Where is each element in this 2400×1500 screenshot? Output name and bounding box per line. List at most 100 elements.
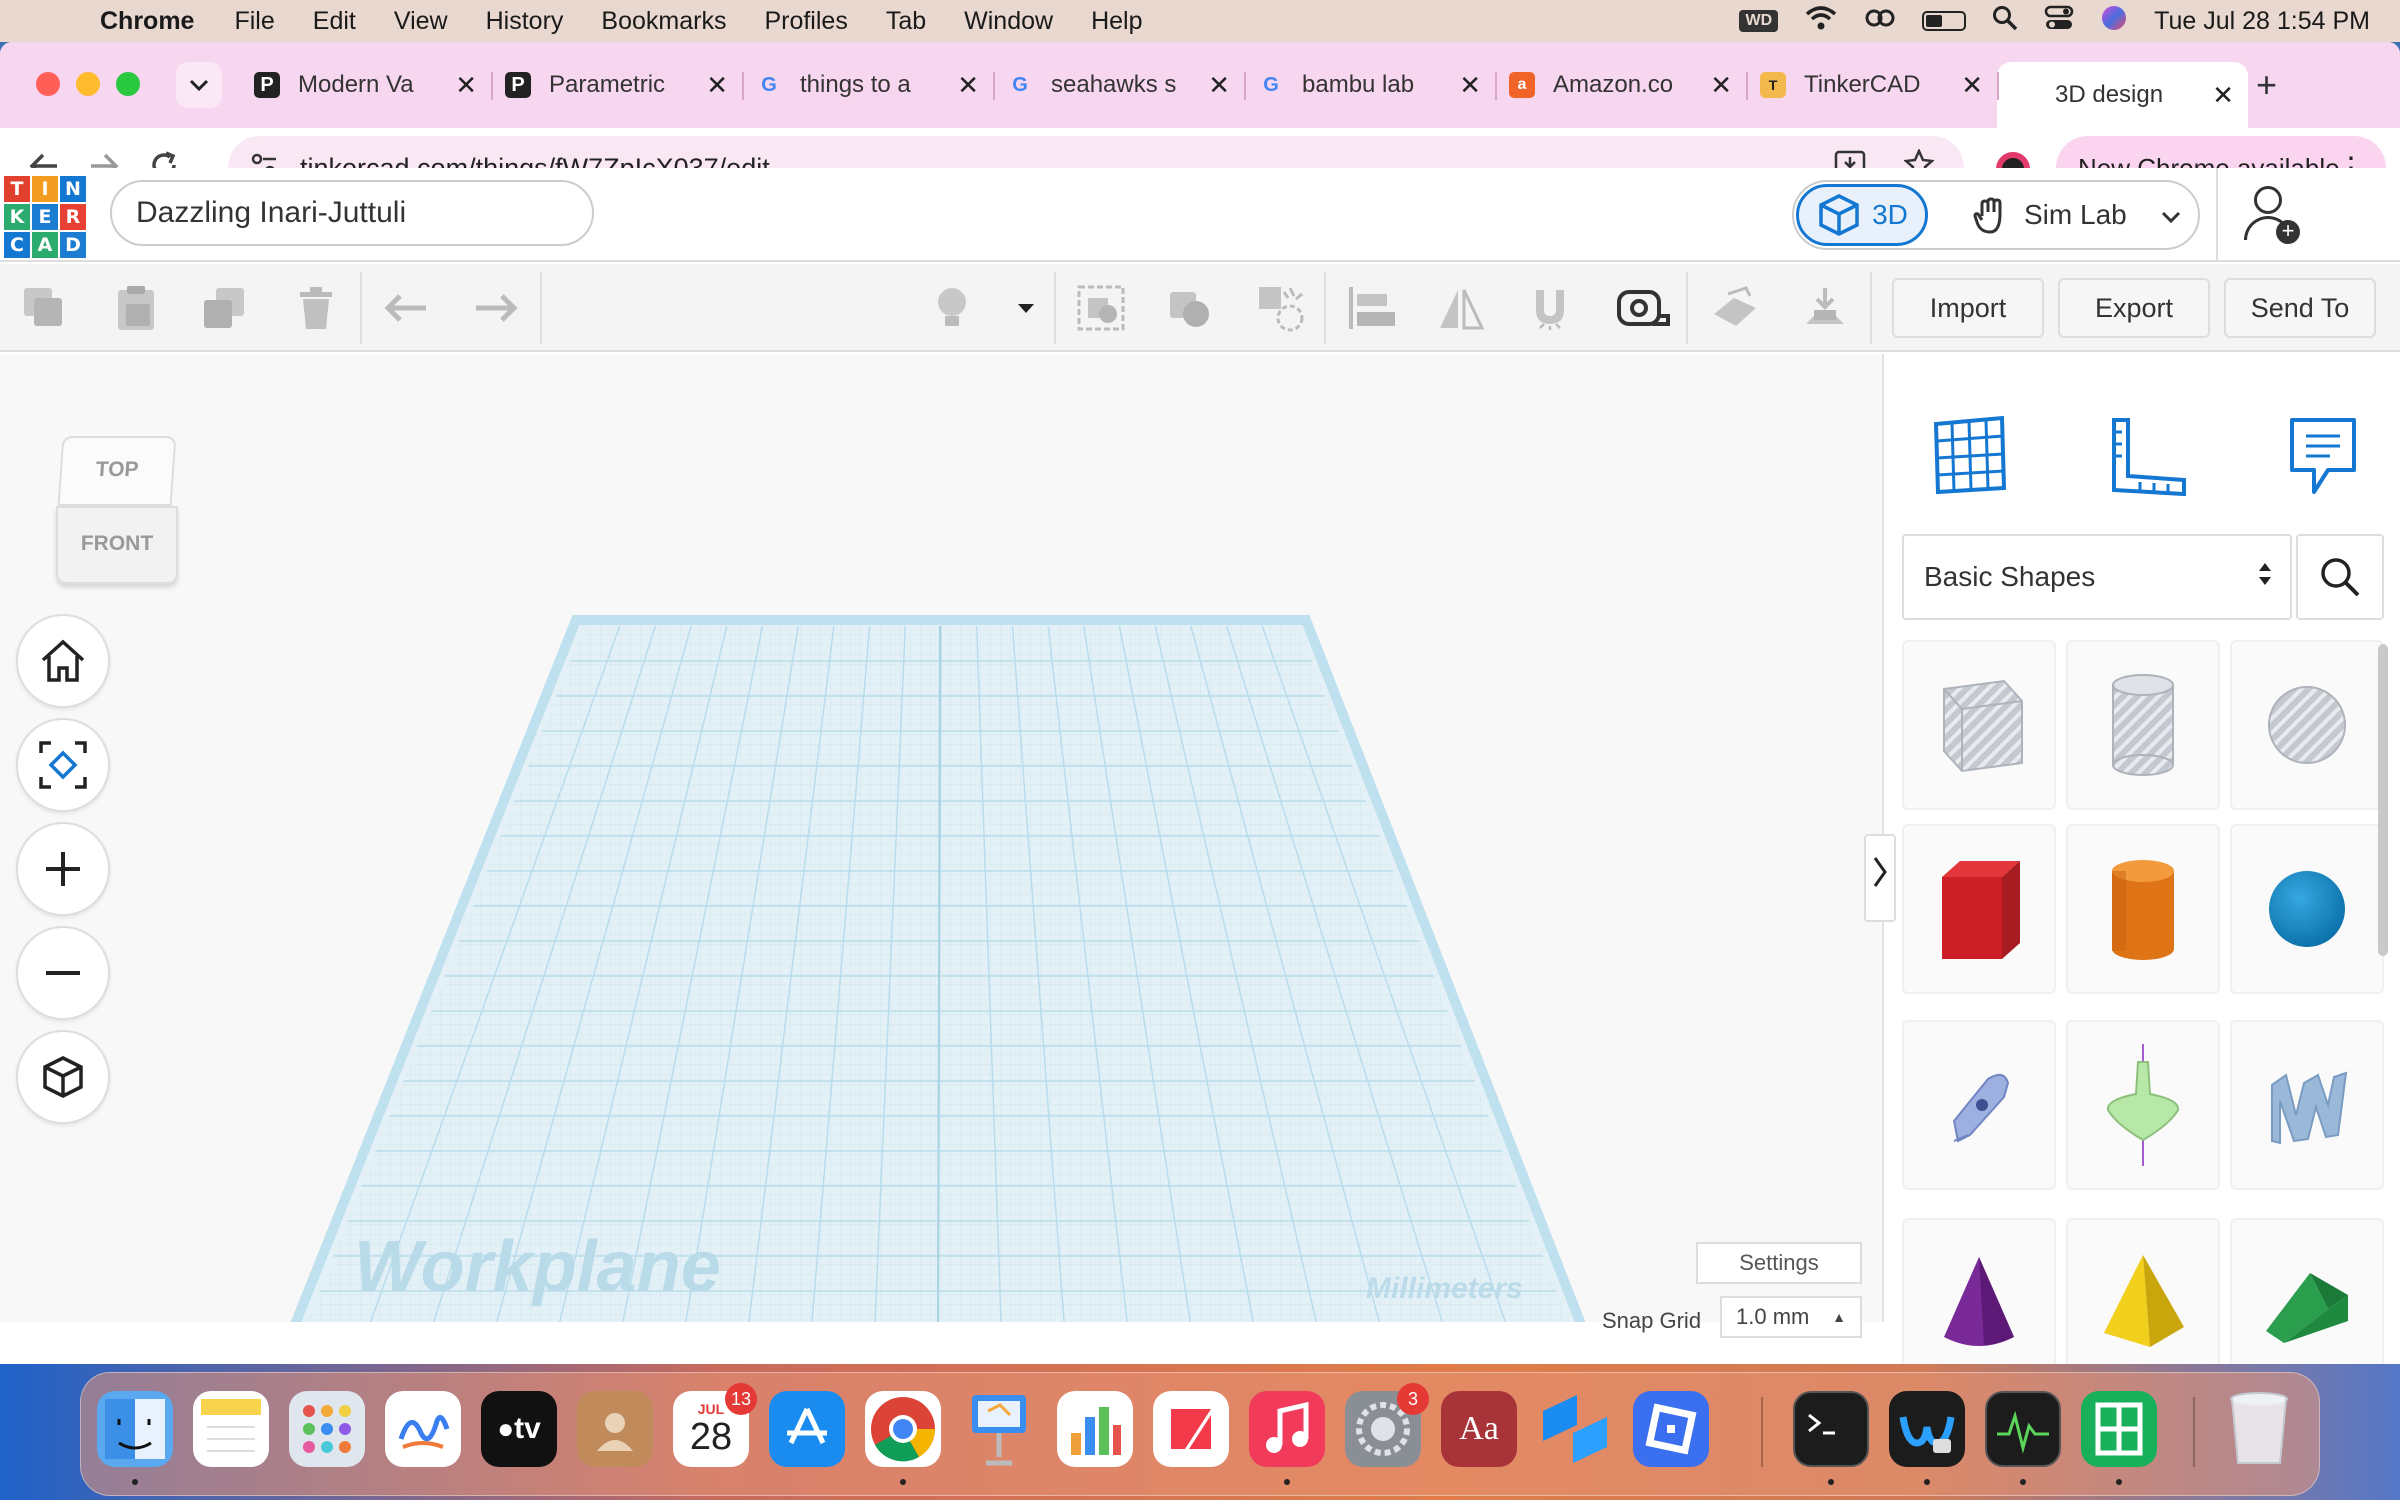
duplicate-button[interactable] xyxy=(200,284,248,332)
shape-hole-box[interactable] xyxy=(1902,640,2056,810)
snap-grid-select[interactable]: 1.0 mm ▲ xyxy=(1720,1296,1862,1338)
apple-tv-icon[interactable]: ● tv xyxy=(481,1391,557,1467)
close-tab-icon[interactable]: ✕ xyxy=(1710,70,1732,101)
combine-button[interactable] xyxy=(1256,284,1304,332)
launchpad-icon[interactable] xyxy=(289,1391,365,1467)
ruler-tape-button[interactable] xyxy=(1616,284,1670,332)
export-button[interactable]: Export xyxy=(2058,278,2210,338)
terminal-icon[interactable] xyxy=(1793,1391,1869,1467)
freeform-icon[interactable] xyxy=(385,1391,461,1467)
home-view-button[interactable] xyxy=(16,614,110,708)
shape-scribble[interactable] xyxy=(1902,1020,2056,1190)
align-button[interactable] xyxy=(1346,284,1395,332)
menu-help[interactable]: Help xyxy=(1091,7,1142,36)
tinkercad-logo[interactable]: T I N K E R C A D xyxy=(4,176,86,258)
3d-viewport[interactable]: Workplane Millimeters TOP FRONT Settings… xyxy=(0,354,1882,1338)
notes-app-icon[interactable] xyxy=(193,1391,269,1467)
activity-monitor-icon[interactable] xyxy=(1985,1391,2061,1467)
delete-button[interactable] xyxy=(292,284,340,332)
workplane-grid-button[interactable] xyxy=(1930,414,2010,498)
close-tab-icon[interactable]: ✕ xyxy=(706,70,728,101)
notes-dropdown-button[interactable] xyxy=(1006,284,1054,332)
finder-icon[interactable] xyxy=(97,1391,173,1467)
menu-bookmarks[interactable]: Bookmarks xyxy=(601,7,726,36)
shape-cylinder[interactable] xyxy=(2066,824,2220,994)
ruler-button[interactable] xyxy=(2104,414,2186,498)
music-icon[interactable] xyxy=(1249,1391,1325,1467)
send-to-button[interactable]: Send To xyxy=(2224,278,2376,338)
menu-window[interactable]: Window xyxy=(964,7,1053,36)
projection-toggle-button[interactable] xyxy=(16,1030,110,1124)
shape-hole-sphere[interactable] xyxy=(2230,640,2384,810)
tab-search-button[interactable] xyxy=(176,62,222,108)
workplane-grid[interactable] xyxy=(0,354,1882,1322)
shape-category-select[interactable]: Basic Shapes xyxy=(1902,534,2292,620)
notes-lightbulb-button[interactable] xyxy=(928,284,976,332)
app-store-icon[interactable] xyxy=(769,1391,845,1467)
panel-scrollbar[interactable] xyxy=(2378,644,2388,956)
close-tab-icon[interactable]: ✕ xyxy=(1208,70,1230,101)
tab-tinkercad[interactable]: T TinkerCAD ✕ xyxy=(1746,62,1997,108)
tab-3d-design[interactable]: 3D design ✕ xyxy=(1997,62,2248,128)
collapse-panel-button[interactable] xyxy=(1864,834,1896,922)
view-cube-top-face[interactable]: TOP xyxy=(57,436,177,506)
numbers-icon[interactable] xyxy=(1057,1391,1133,1467)
shape-generator[interactable] xyxy=(2066,1020,2220,1190)
trash-icon[interactable] xyxy=(2221,1391,2297,1467)
fullscreen-window-button[interactable] xyxy=(116,72,140,96)
tab-modern-vase[interactable]: P Modern Va ✕ xyxy=(240,62,491,108)
system-settings-icon[interactable]: 3 xyxy=(1345,1383,1429,1467)
creative-cloud-icon[interactable] xyxy=(1864,6,1896,37)
shape-box[interactable] xyxy=(1902,824,2056,994)
close-tab-icon[interactable]: ✕ xyxy=(957,70,979,101)
undo-button[interactable] xyxy=(382,284,430,332)
new-tab-button[interactable]: + xyxy=(2256,62,2277,108)
calendar-icon[interactable]: JUL 28 13 xyxy=(673,1383,757,1467)
import-button[interactable]: Import xyxy=(1892,278,2044,338)
mode-simlab-button[interactable]: Sim Lab xyxy=(1972,194,2127,236)
wifi-icon[interactable] xyxy=(1804,5,1838,38)
mode-3d-button[interactable]: 3D xyxy=(1796,184,1928,246)
siri-icon[interactable] xyxy=(2100,4,2128,39)
shape-cone[interactable] xyxy=(1902,1218,2056,1388)
shape-search-button[interactable] xyxy=(2296,534,2384,620)
notes-button[interactable] xyxy=(2284,414,2364,498)
battery-icon[interactable] xyxy=(1922,11,1967,31)
ungroup-button[interactable] xyxy=(1166,284,1214,332)
spotlight-search-icon[interactable] xyxy=(1992,5,2018,38)
control-center-icon[interactable] xyxy=(2044,5,2074,38)
shape-sphere[interactable] xyxy=(2230,824,2384,994)
add-user-button[interactable]: + xyxy=(2240,186,2300,246)
fit-view-button[interactable] xyxy=(16,718,110,812)
mirror-button[interactable] xyxy=(1436,284,1485,332)
view-cube[interactable]: TOP FRONT xyxy=(56,436,178,586)
view-cube-front-face[interactable]: FRONT xyxy=(56,506,178,584)
shape-pyramid[interactable] xyxy=(2066,1218,2220,1388)
tab-bambu-lab[interactable]: G bambu lab ✕ xyxy=(1244,62,1495,108)
chevron-down-icon[interactable] xyxy=(2161,200,2181,231)
menubar-datetime[interactable]: Tue Jul 28 1:54 PM xyxy=(2154,7,2370,36)
close-tab-icon[interactable]: ✕ xyxy=(455,70,477,101)
drop-to-workplane-button[interactable] xyxy=(1800,284,1848,332)
shape-roof[interactable] xyxy=(2230,1218,2384,1388)
minimize-window-button[interactable] xyxy=(76,72,100,96)
webex-icon[interactable] xyxy=(1889,1391,1965,1467)
close-tab-icon[interactable]: ✕ xyxy=(1459,70,1481,101)
dictionary-icon[interactable]: Aa xyxy=(1441,1391,1517,1467)
project-name-field[interactable]: Dazzling Inari-Juttuli xyxy=(110,180,594,246)
close-tab-icon[interactable]: ✕ xyxy=(2212,80,2234,111)
workplane-tool-button[interactable] xyxy=(1710,284,1758,332)
tab-things-to[interactable]: G things to a ✕ xyxy=(742,62,993,108)
close-window-button[interactable] xyxy=(36,72,60,96)
cruise-magnet-button[interactable] xyxy=(1526,284,1574,332)
group-button[interactable] xyxy=(1076,284,1125,332)
keynote-icon[interactable] xyxy=(961,1391,1037,1467)
menu-history[interactable]: History xyxy=(486,7,564,36)
news-icon[interactable] xyxy=(1153,1391,1229,1467)
paste-button[interactable] xyxy=(112,284,160,332)
zoom-out-button[interactable] xyxy=(16,926,110,1020)
bambu-studio-icon[interactable] xyxy=(1537,1391,1613,1467)
close-tab-icon[interactable]: ✕ xyxy=(1961,70,1983,101)
menu-app-name[interactable]: Chrome xyxy=(100,7,194,36)
menu-file[interactable]: File xyxy=(234,7,274,36)
